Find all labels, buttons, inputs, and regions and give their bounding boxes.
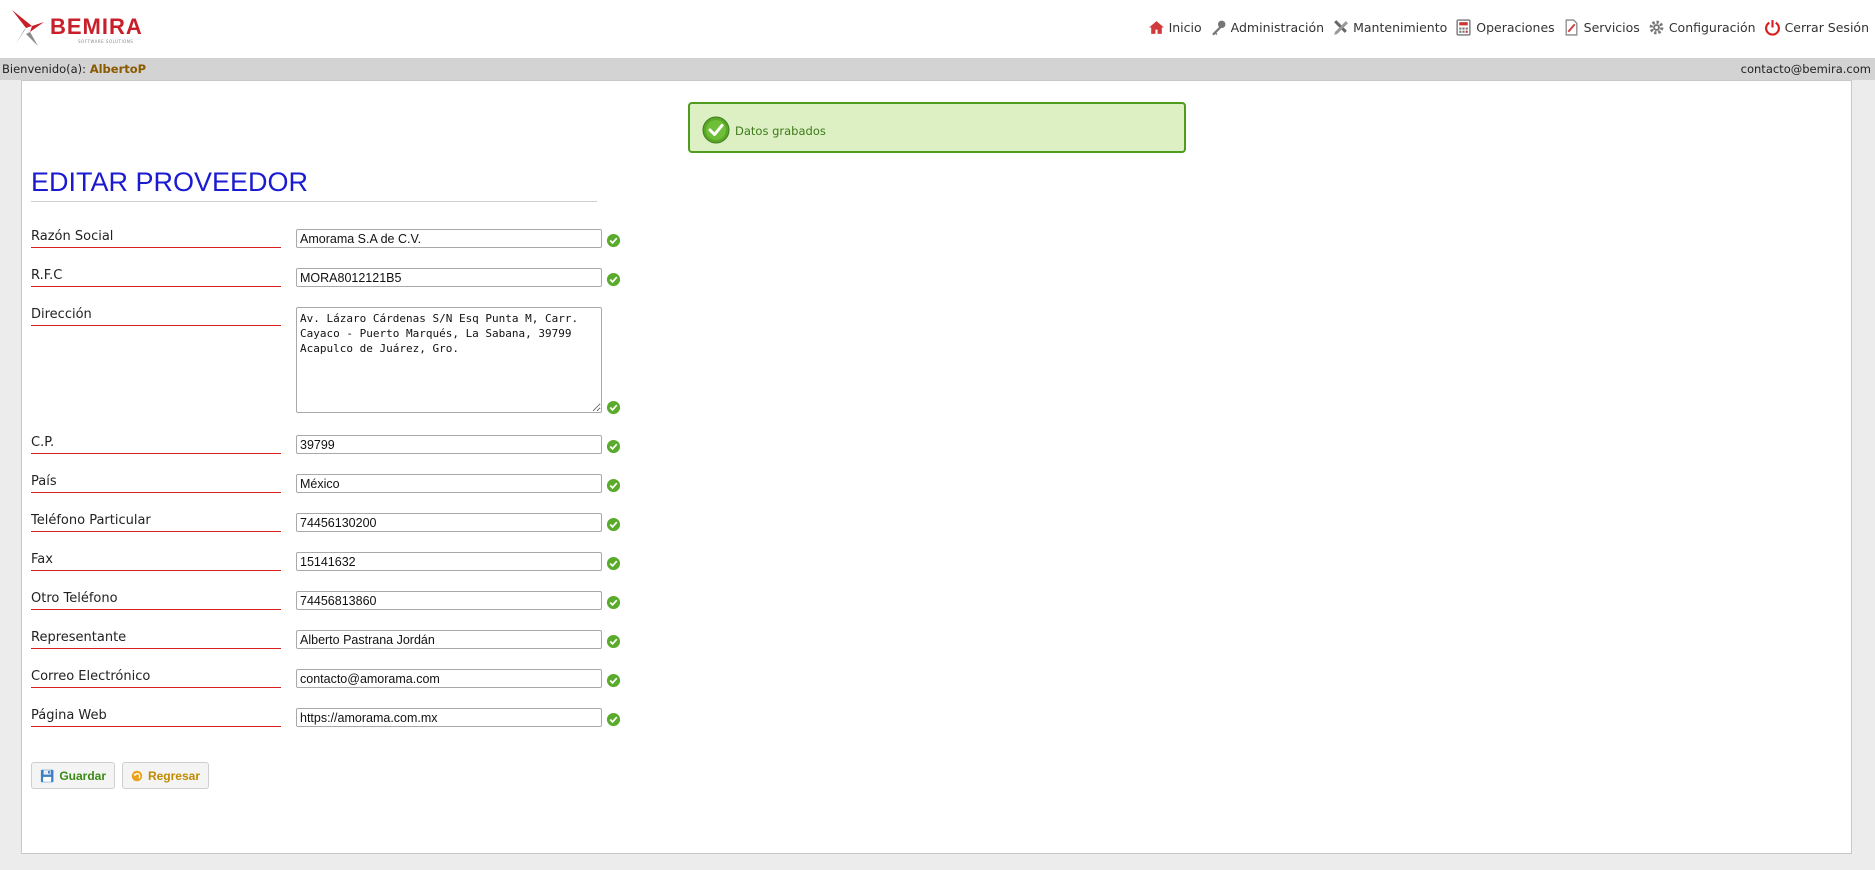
welcome-bar: Bienvenido(a): AlbertoP contacto@bemira.… [0, 58, 1875, 80]
content-panel: Datos grabados EDITAR PROVEEDOR Razón So… [21, 80, 1852, 854]
calculator-icon [1456, 18, 1471, 36]
field-label: País [31, 474, 281, 493]
field-label: Página Web [31, 708, 281, 727]
app-header: BEMIRA SOFTWARE SOLUTIONS Inicio Adminis… [0, 0, 1875, 58]
field-label: Dirección [31, 307, 281, 326]
correo-input[interactable] [296, 669, 602, 688]
valid-check-icon [606, 517, 621, 532]
field-label: Razón Social [31, 229, 281, 248]
alert-message: Datos grabados [735, 124, 826, 138]
document-icon [1565, 18, 1578, 36]
success-check-icon [702, 116, 730, 144]
pais-input[interactable] [296, 474, 602, 493]
nav-operaciones[interactable]: Operaciones [1455, 18, 1555, 36]
valid-check-icon [606, 595, 621, 610]
save-button[interactable]: Guardar [31, 762, 115, 789]
bemira-star-icon [12, 10, 44, 46]
valid-check-icon [606, 712, 621, 727]
back-arrow-icon [131, 770, 143, 781]
valid-check-icon [606, 556, 621, 571]
home-icon [1148, 20, 1164, 34]
razon-social-input[interactable] [296, 229, 602, 248]
valid-check-icon [606, 233, 621, 248]
nav-servicios[interactable]: Servicios [1563, 18, 1640, 36]
valid-check-icon [606, 272, 621, 287]
nav-label: Administración [1230, 19, 1325, 35]
field-label: Otro Teléfono [31, 591, 281, 610]
save-label: Guardar [59, 768, 106, 783]
contact-email: contacto@bemira.com [1740, 62, 1871, 76]
field-label: Correo Electrónico [31, 669, 281, 688]
field-label: Representante [31, 630, 281, 649]
field-label: R.F.C [31, 268, 281, 287]
success-alert: Datos grabados [688, 102, 1186, 153]
brand-tagline: SOFTWARE SOLUTIONS [78, 39, 134, 44]
nav-label: Inicio [1168, 19, 1202, 35]
nav-label: Cerrar Sesión [1784, 19, 1869, 35]
floppy-disk-icon [40, 769, 54, 782]
nav-label: Mantenimiento [1353, 19, 1448, 35]
valid-check-icon [606, 673, 621, 688]
nav-mantenimiento[interactable]: Mantenimiento [1332, 19, 1447, 36]
otro-telefono-input[interactable] [296, 591, 602, 610]
valid-check-icon [606, 478, 621, 493]
back-label: Regresar [147, 768, 200, 783]
welcome-message: Bienvenido(a): AlbertoP [2, 62, 146, 76]
cp-input[interactable] [296, 435, 602, 454]
valid-check-icon [606, 439, 621, 454]
page-title: EDITAR PROVEEDOR [31, 167, 597, 202]
representante-input[interactable] [296, 630, 602, 649]
gear-icon [1649, 20, 1664, 34]
nav-configuracion[interactable]: Configuración [1648, 19, 1756, 36]
nav-administracion[interactable]: Administración [1210, 19, 1324, 36]
current-user: AlbertoP [89, 62, 147, 76]
nav-label: Configuración [1668, 19, 1756, 35]
tools-icon [1334, 19, 1349, 35]
welcome-prefix: Bienvenido(a): [2, 62, 87, 76]
nav-label: Operaciones [1476, 19, 1555, 35]
bemira-logo[interactable]: BEMIRA SOFTWARE SOLUTIONS [8, 8, 142, 48]
nav-label: Servicios [1583, 19, 1640, 35]
field-label: Fax [31, 552, 281, 571]
nav-cerrar-sesion[interactable]: Cerrar Sesión [1764, 19, 1869, 36]
fax-input[interactable] [296, 552, 602, 571]
telefono-particular-input[interactable] [296, 513, 602, 532]
brand-name: BEMIRA [50, 14, 143, 39]
field-label: C.P. [31, 435, 281, 454]
field-label: Teléfono Particular [31, 513, 281, 532]
pagina-web-input[interactable] [296, 708, 602, 727]
valid-check-icon [606, 400, 621, 415]
back-button[interactable]: Regresar [122, 762, 209, 789]
key-icon [1211, 20, 1226, 35]
rfc-input[interactable] [296, 268, 602, 287]
power-icon [1764, 19, 1780, 36]
valid-check-icon [606, 634, 621, 649]
direccion-textarea[interactable]: Av. Lázaro Cárdenas S/N Esq Punta M, Car… [296, 307, 602, 413]
main-nav: Inicio Administración Mantenimiento Oper… [1148, 16, 1869, 38]
nav-inicio[interactable]: Inicio [1148, 19, 1202, 36]
